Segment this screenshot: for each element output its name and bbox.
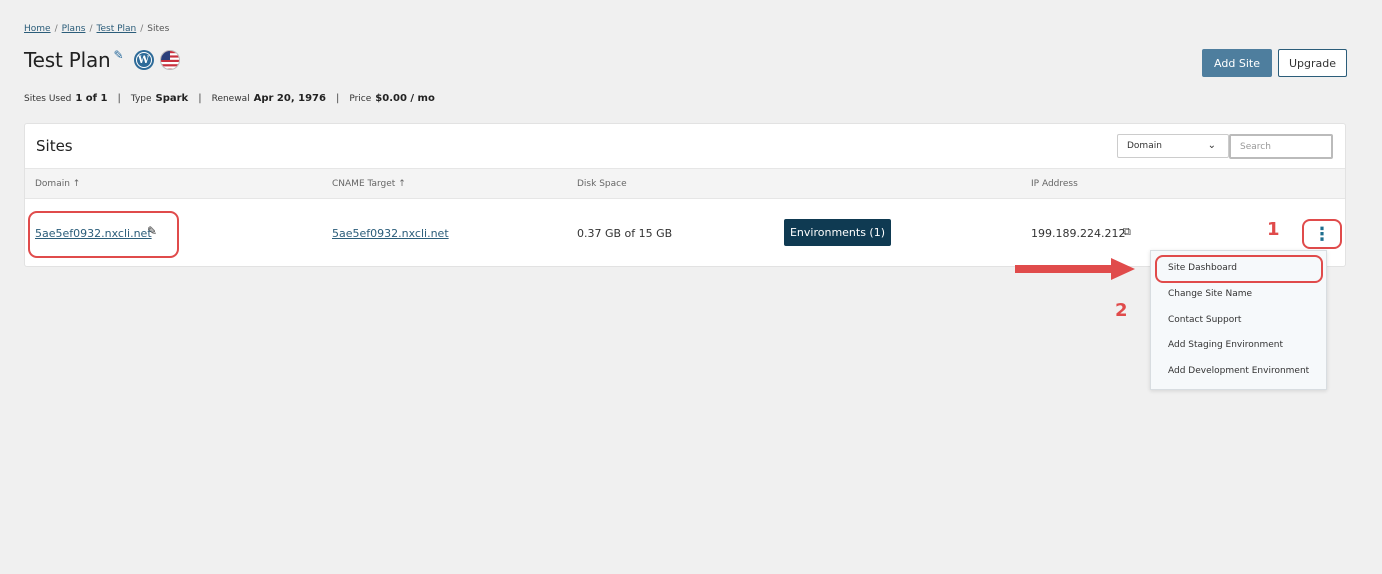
domain-filter-select[interactable]: Domain ⌄ xyxy=(1117,134,1229,158)
edit-domain-icon[interactable]: ✎ xyxy=(147,224,157,238)
sites-card-header: Sites Domain ⌄ xyxy=(25,124,1345,169)
menu-item-contact-support[interactable]: Contact Support xyxy=(1168,315,1241,325)
us-flag-icon xyxy=(159,50,180,70)
cname-link[interactable]: 5ae5ef0932.nxcli.net xyxy=(332,227,449,240)
more-options-icon[interactable]: ⋮ xyxy=(1302,219,1342,249)
add-site-button[interactable]: Add Site xyxy=(1202,49,1272,77)
breadcrumb-test-plan[interactable]: Test Plan xyxy=(97,24,137,34)
step-1-annotation: 1 xyxy=(1267,219,1280,240)
page-title: Test Plan xyxy=(24,48,111,72)
column-cname[interactable]: CNAME Target ↑ xyxy=(332,179,406,189)
breadcrumb: Home / Plans / Test Plan / Sites xyxy=(24,24,170,34)
renewal-value: Apr 20, 1976 xyxy=(253,93,326,104)
header-actions: Add Site Upgrade xyxy=(1202,49,1347,77)
column-disk-space: Disk Space xyxy=(577,179,627,189)
column-domain[interactable]: Domain ↑ xyxy=(35,179,80,189)
site-actions-menu: Site Dashboard Change Site Name Contact … xyxy=(1150,250,1327,390)
breadcrumb-current: Sites xyxy=(147,24,170,34)
price-value: $0.00 / mo xyxy=(375,93,435,104)
upgrade-button[interactable]: Upgrade xyxy=(1277,49,1347,77)
sites-used-value: 1 of 1 xyxy=(75,93,108,104)
domain-link[interactable]: 5ae5ef0932.nxcli.net xyxy=(35,227,152,240)
edit-title-icon[interactable]: ✎ xyxy=(114,48,124,62)
arrow-annotation xyxy=(1015,258,1135,280)
title-row: Test Plan ✎ W xyxy=(24,48,180,72)
table-row: 5ae5ef0932.nxcli.net ✎ 5ae5ef0932.nxcli.… xyxy=(25,199,1345,265)
sites-card: Sites Domain ⌄ Domain ↑ CNAME Target ↑ D… xyxy=(24,123,1346,267)
wordpress-icon: W xyxy=(133,50,154,70)
ip-address-value: 199.189.224.212 xyxy=(1031,227,1126,240)
column-ip-address: IP Address xyxy=(1031,179,1078,189)
search-input[interactable] xyxy=(1229,134,1333,159)
chevron-down-icon: ⌄ xyxy=(1207,140,1216,151)
table-header: Domain ↑ CNAME Target ↑ Disk Space IP Ad… xyxy=(25,169,1345,199)
type-value: Spark xyxy=(155,93,189,104)
environments-button[interactable]: Environments (1) xyxy=(784,219,891,246)
step-2-annotation: 2 xyxy=(1115,300,1128,321)
disk-space-value: 0.37 GB of 15 GB xyxy=(577,227,673,240)
copy-icon[interactable]: ⧉ xyxy=(1123,225,1131,239)
menu-item-add-development[interactable]: Add Development Environment xyxy=(1168,366,1309,376)
menu-item-site-dashboard[interactable]: Site Dashboard xyxy=(1168,263,1237,273)
menu-item-change-site-name[interactable]: Change Site Name xyxy=(1168,289,1252,299)
sites-title: Sites xyxy=(36,137,73,155)
breadcrumb-home[interactable]: Home xyxy=(24,24,51,34)
breadcrumb-plans[interactable]: Plans xyxy=(62,24,86,34)
plan-stats: Sites Used 1 of 1 | Type Spark | Renewal Ap… xyxy=(24,93,435,104)
menu-item-add-staging[interactable]: Add Staging Environment xyxy=(1168,340,1283,350)
